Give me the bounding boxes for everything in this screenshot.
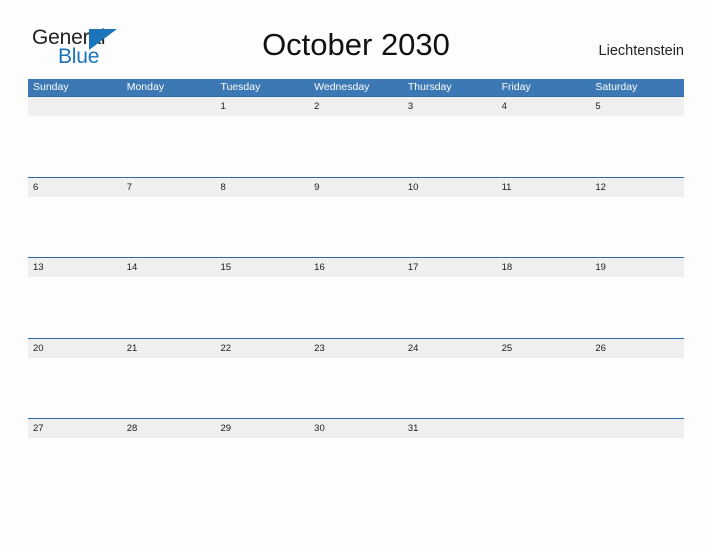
day-cell[interactable]: 3 (403, 97, 497, 116)
week-date-band: 1 2 3 4 5 (28, 97, 684, 116)
day-cell[interactable]: 13 (28, 258, 122, 277)
week-row: 6 7 8 9 10 11 12 (28, 176, 684, 258)
day-cell[interactable] (28, 97, 122, 116)
day-cell[interactable]: 18 (497, 258, 591, 277)
day-cell[interactable]: 20 (28, 339, 122, 358)
day-cell[interactable]: 29 (215, 419, 309, 438)
weekday-header-wednesday: Wednesday (314, 81, 370, 93)
day-cell[interactable]: 16 (309, 258, 403, 277)
weekday-header-saturday: Saturday (595, 81, 638, 93)
page-header: General Blue October 2030 Liechtenstein (0, 0, 712, 67)
week-date-band: 20 21 22 23 24 25 26 (28, 338, 684, 358)
week-event-area (28, 438, 684, 500)
day-cell[interactable]: 27 (28, 419, 122, 438)
day-cell[interactable]: 8 (215, 178, 309, 197)
day-cell[interactable]: 31 (403, 419, 497, 438)
weekday-header-tuesday: Tuesday (220, 81, 261, 93)
day-cell[interactable]: 30 (309, 419, 403, 438)
day-cell[interactable]: 1 (215, 97, 309, 116)
calendar-table: Sunday Monday Tuesday Wednesday Thursday… (28, 79, 684, 500)
day-cell[interactable]: 6 (28, 178, 122, 197)
week-date-band: 13 14 15 16 17 18 19 (28, 258, 684, 278)
day-cell[interactable]: 15 (215, 258, 309, 277)
weekday-header-sunday: Sunday (33, 81, 69, 93)
day-cell[interactable]: 17 (403, 258, 497, 277)
day-cell[interactable]: 4 (497, 97, 591, 116)
day-cell[interactable]: 11 (497, 178, 591, 197)
day-cell[interactable] (590, 419, 684, 438)
day-cell[interactable]: 5 (590, 97, 684, 116)
day-cell[interactable] (497, 419, 591, 438)
country-label: Liechtenstein (598, 43, 684, 59)
week-date-band: 27 28 29 30 31 (28, 419, 684, 439)
weekday-header-thursday: Thursday (407, 81, 452, 93)
day-cell[interactable]: 12 (590, 178, 684, 197)
week-row: 27 28 29 30 31 (28, 418, 684, 500)
week-event-area (28, 357, 684, 419)
weekday-header-monday: Monday (126, 81, 165, 93)
day-cell[interactable]: 2 (309, 97, 403, 116)
day-cell[interactable]: 28 (122, 419, 216, 438)
weekday-header-friday: Friday (501, 81, 531, 93)
day-cell[interactable]: 10 (403, 178, 497, 197)
day-cell[interactable]: 24 (403, 339, 497, 358)
week-date-band: 6 7 8 9 10 11 12 (28, 177, 684, 197)
day-cell[interactable]: 21 (122, 339, 216, 358)
day-cell[interactable]: 25 (497, 339, 591, 358)
week-row: 20 21 22 23 24 25 26 (28, 337, 684, 419)
day-cell[interactable]: 19 (590, 258, 684, 277)
week-row: 1 2 3 4 5 (28, 96, 684, 177)
week-row: 13 14 15 16 17 18 19 (28, 257, 684, 339)
week-event-area (28, 277, 684, 339)
day-cell[interactable]: 23 (309, 339, 403, 358)
day-cell[interactable]: 26 (590, 339, 684, 358)
day-cell[interactable] (122, 97, 216, 116)
week-event-area (28, 196, 684, 258)
day-cell[interactable]: 14 (122, 258, 216, 277)
week-event-area (28, 116, 684, 177)
day-cell[interactable]: 22 (215, 339, 309, 358)
day-cell[interactable]: 7 (122, 178, 216, 197)
weekday-header-row: Sunday Monday Tuesday Wednesday Thursday… (28, 79, 684, 96)
day-cell[interactable]: 9 (309, 178, 403, 197)
